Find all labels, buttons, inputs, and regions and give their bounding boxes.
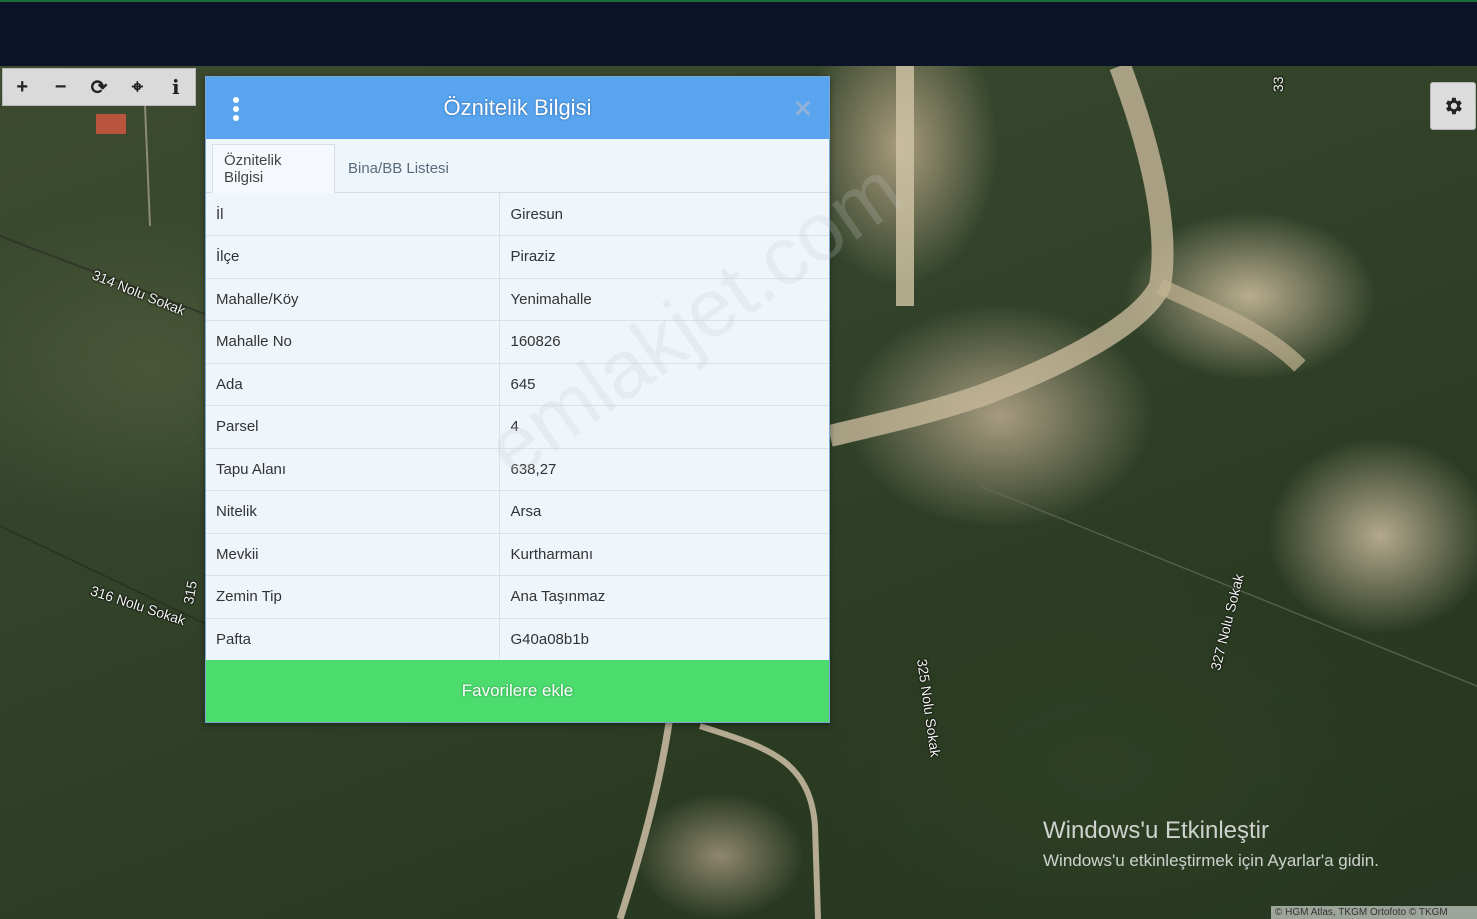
gear-icon (1446, 97, 1462, 115)
settings-button[interactable] (1430, 82, 1476, 130)
table-row: Mevkii Kurtharmanı (206, 533, 829, 576)
attr-value: 160826 (510, 333, 561, 351)
attr-value: Ana Taşınmaz (510, 588, 606, 606)
attr-value: G40a08b1b (510, 630, 589, 648)
top-bar (0, 0, 1477, 66)
attr-key: Parsel (206, 405, 500, 448)
panel-tabs: Öznitelik Bilgisi Bina/BB Listesi (206, 139, 829, 193)
attr-value: Giresun (510, 205, 564, 223)
panel-header: Öznitelik Bilgisi ✕ (206, 77, 829, 139)
table-row: Ada 645 (206, 363, 829, 406)
attr-key: Nitelik (206, 490, 500, 533)
attr-key: Ada (206, 363, 500, 406)
attr-key: Mahalle/Köy (206, 278, 500, 321)
attr-value: 4 (510, 418, 519, 436)
refresh-button[interactable]: ⟳ (80, 68, 118, 106)
attr-value: Arsa (510, 503, 542, 521)
attr-value: Piraziz (510, 248, 556, 266)
windows-activation-title: Windows'u Etkinleştir (1043, 817, 1269, 844)
attr-value: 645 (510, 375, 536, 393)
attr-key: Zemin Tip (206, 575, 500, 618)
panel-title: Öznitelik Bilgisi (443, 95, 592, 120)
attr-key: Pafta (206, 618, 500, 661)
attr-value: Kurtharmanı (510, 545, 594, 563)
menu-dots-icon[interactable] (228, 97, 244, 121)
table-row: Mahalle/Köy Yenimahalle (206, 278, 829, 321)
table-row: Parsel 4 (206, 405, 829, 448)
table-row: Tapu Alanı 638,27 (206, 448, 829, 491)
add-to-favorites-button[interactable]: Favorilere ekle (206, 660, 829, 722)
table-row: İlçe Piraziz (206, 235, 829, 278)
info-button[interactable]: i (157, 68, 195, 106)
attr-key: Mahalle No (206, 320, 500, 363)
attr-value: 638,27 (510, 460, 557, 478)
locate-button[interactable]: ⌖ (118, 68, 156, 106)
table-row: Nitelik Arsa (206, 490, 829, 533)
attr-value: Yenimahalle (510, 290, 592, 308)
table-row: Pafta G40a08b1b (206, 618, 829, 661)
map-attribution[interactable]: © HGM Atlas, TKGM Ortofoto © TKGM (1271, 906, 1477, 919)
attr-key: İl (206, 193, 500, 236)
attr-key: İlçe (206, 235, 500, 278)
tab-attribute-info[interactable]: Öznitelik Bilgisi (212, 144, 335, 193)
close-icon[interactable]: ✕ (793, 95, 813, 124)
attr-key: Mevkii (206, 533, 500, 576)
windows-activation-subtitle: Windows'u etkinleştirmek için Ayarlar'a … (1043, 851, 1379, 870)
tab-building-list[interactable]: Bina/BB Listesi (337, 144, 460, 193)
table-row: Zemin Tip Ana Taşınmaz (206, 575, 829, 618)
attribute-panel: Öznitelik Bilgisi ✕ Öznitelik Bilgisi Bi… (205, 76, 830, 723)
attr-key: Tapu Alanı (206, 448, 500, 491)
table-row: Mahalle No 160826 (206, 320, 829, 363)
zoom-out-button[interactable]: − (41, 68, 79, 106)
table-row: İl Giresun (206, 193, 829, 236)
zoom-in-button[interactable]: + (3, 68, 41, 106)
street-label-33: 33 (1270, 76, 1286, 92)
map-toolbar: + − ⟳ ⌖ i (2, 68, 196, 106)
attribute-table: İl Giresun İlçe Piraziz Mahalle/Köy Yenimah… (206, 193, 829, 661)
